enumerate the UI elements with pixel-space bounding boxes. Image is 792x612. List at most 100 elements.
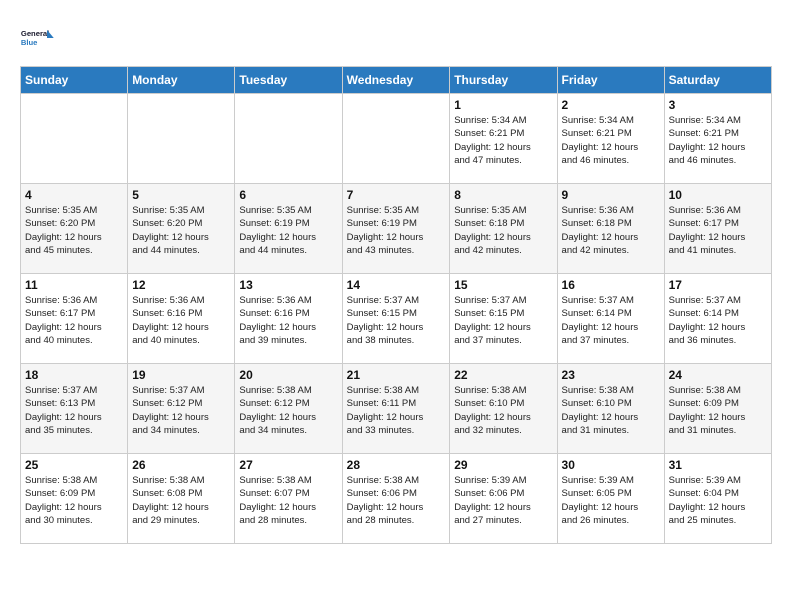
day-number: 29 xyxy=(454,458,552,472)
day-info: Sunrise: 5:36 AM Sunset: 6:16 PM Dayligh… xyxy=(132,294,230,347)
col-header-friday: Friday xyxy=(557,67,664,94)
day-info: Sunrise: 5:38 AM Sunset: 6:10 PM Dayligh… xyxy=(562,384,660,437)
day-number: 16 xyxy=(562,278,660,292)
day-info: Sunrise: 5:38 AM Sunset: 6:11 PM Dayligh… xyxy=(347,384,446,437)
day-info: Sunrise: 5:36 AM Sunset: 6:17 PM Dayligh… xyxy=(669,204,767,257)
calendar-week-row: 1 Sunrise: 5:34 AM Sunset: 6:21 PM Daylig… xyxy=(21,94,772,184)
day-info: Sunrise: 5:36 AM Sunset: 6:18 PM Dayligh… xyxy=(562,204,660,257)
col-header-saturday: Saturday xyxy=(664,67,771,94)
day-number: 12 xyxy=(132,278,230,292)
day-info: Sunrise: 5:36 AM Sunset: 6:16 PM Dayligh… xyxy=(239,294,337,347)
day-number: 4 xyxy=(25,188,123,202)
calendar-week-row: 18 Sunrise: 5:37 AM Sunset: 6:13 PM Dayli… xyxy=(21,364,772,454)
day-number: 20 xyxy=(239,368,337,382)
calendar-cell: 4 Sunrise: 5:35 AM Sunset: 6:20 PM Daylig… xyxy=(21,184,128,274)
calendar-cell: 23 Sunrise: 5:38 AM Sunset: 6:10 PM Dayli… xyxy=(557,364,664,454)
calendar-table: SundayMondayTuesdayWednesdayThursdayFrid… xyxy=(20,66,772,544)
calendar-cell: 10 Sunrise: 5:36 AM Sunset: 6:17 PM Dayli… xyxy=(664,184,771,274)
col-header-thursday: Thursday xyxy=(450,67,557,94)
calendar-cell: 28Sunrise: 5:38 AM Sunset: 6:06 PM Dayli… xyxy=(342,454,450,544)
day-number: 17 xyxy=(669,278,767,292)
calendar-cell: 24 Sunrise: 5:38 AM Sunset: 6:09 PM Dayli… xyxy=(664,364,771,454)
day-info: Sunrise: 5:34 AM Sunset: 6:21 PM Dayligh… xyxy=(562,114,660,167)
day-number: 8 xyxy=(454,188,552,202)
day-number: 31 xyxy=(669,458,767,472)
day-number: 26 xyxy=(132,458,230,472)
day-number: 11 xyxy=(25,278,123,292)
calendar-cell: 1 Sunrise: 5:34 AM Sunset: 6:21 PM Daylig… xyxy=(450,94,557,184)
day-number: 23 xyxy=(562,368,660,382)
day-info: Sunrise: 5:35 AM Sunset: 6:19 PM Dayligh… xyxy=(347,204,446,257)
day-info: Sunrise: 5:37 AM Sunset: 6:15 PM Dayligh… xyxy=(347,294,446,347)
day-info: Sunrise: 5:35 AM Sunset: 6:19 PM Dayligh… xyxy=(239,204,337,257)
col-header-wednesday: Wednesday xyxy=(342,67,450,94)
day-number: 10 xyxy=(669,188,767,202)
calendar-week-row: 4 Sunrise: 5:35 AM Sunset: 6:20 PM Daylig… xyxy=(21,184,772,274)
calendar-cell: 18 Sunrise: 5:37 AM Sunset: 6:13 PM Dayli… xyxy=(21,364,128,454)
day-info: Sunrise: 5:38 AM Sunset: 6:09 PM Dayligh… xyxy=(25,474,123,527)
day-info: Sunrise: 5:38 AM Sunset: 6:10 PM Dayligh… xyxy=(454,384,552,437)
day-number: 13 xyxy=(239,278,337,292)
svg-text:General: General xyxy=(21,29,49,38)
calendar-cell: 21Sunrise: 5:38 AM Sunset: 6:11 PM Dayli… xyxy=(342,364,450,454)
day-number: 27 xyxy=(239,458,337,472)
day-number: 25 xyxy=(25,458,123,472)
calendar-cell: 3Sunrise: 5:34 AM Sunset: 6:21 PM Daylig… xyxy=(664,94,771,184)
calendar-cell xyxy=(235,94,342,184)
day-number: 28 xyxy=(347,458,446,472)
calendar-cell: 14 Sunrise: 5:37 AM Sunset: 6:15 PM Dayli… xyxy=(342,274,450,364)
day-info: Sunrise: 5:37 AM Sunset: 6:13 PM Dayligh… xyxy=(25,384,123,437)
day-info: Sunrise: 5:37 AM Sunset: 6:14 PM Dayligh… xyxy=(669,294,767,347)
day-number: 19 xyxy=(132,368,230,382)
calendar-cell: 30Sunrise: 5:39 AM Sunset: 6:05 PM Dayli… xyxy=(557,454,664,544)
day-number: 24 xyxy=(669,368,767,382)
calendar-cell: 17 Sunrise: 5:37 AM Sunset: 6:14 PM Dayli… xyxy=(664,274,771,364)
logo-icon: GeneralBlue xyxy=(20,20,56,56)
calendar-header-row: SundayMondayTuesdayWednesdayThursdayFrid… xyxy=(21,67,772,94)
day-info: Sunrise: 5:37 AM Sunset: 6:15 PM Dayligh… xyxy=(454,294,552,347)
calendar-week-row: 11 Sunrise: 5:36 AM Sunset: 6:17 PM Dayli… xyxy=(21,274,772,364)
day-number: 2 xyxy=(562,98,660,112)
calendar-cell: 20Sunrise: 5:38 AM Sunset: 6:12 PM Dayli… xyxy=(235,364,342,454)
page-header: GeneralBlue xyxy=(20,20,772,56)
col-header-sunday: Sunday xyxy=(21,67,128,94)
calendar-cell: 19Sunrise: 5:37 AM Sunset: 6:12 PM Dayli… xyxy=(128,364,235,454)
calendar-cell xyxy=(128,94,235,184)
day-info: Sunrise: 5:37 AM Sunset: 6:14 PM Dayligh… xyxy=(562,294,660,347)
day-info: Sunrise: 5:38 AM Sunset: 6:08 PM Dayligh… xyxy=(132,474,230,527)
svg-text:Blue: Blue xyxy=(21,38,38,47)
day-number: 3 xyxy=(669,98,767,112)
day-info: Sunrise: 5:35 AM Sunset: 6:20 PM Dayligh… xyxy=(132,204,230,257)
day-info: Sunrise: 5:35 AM Sunset: 6:18 PM Dayligh… xyxy=(454,204,552,257)
day-number: 7 xyxy=(347,188,446,202)
calendar-cell: 25 Sunrise: 5:38 AM Sunset: 6:09 PM Dayli… xyxy=(21,454,128,544)
calendar-cell: 15 Sunrise: 5:37 AM Sunset: 6:15 PM Dayli… xyxy=(450,274,557,364)
day-info: Sunrise: 5:34 AM Sunset: 6:21 PM Dayligh… xyxy=(454,114,552,167)
calendar-cell xyxy=(21,94,128,184)
day-info: Sunrise: 5:35 AM Sunset: 6:20 PM Dayligh… xyxy=(25,204,123,257)
calendar-cell: 6Sunrise: 5:35 AM Sunset: 6:19 PM Daylig… xyxy=(235,184,342,274)
day-number: 1 xyxy=(454,98,552,112)
day-info: Sunrise: 5:39 AM Sunset: 6:05 PM Dayligh… xyxy=(562,474,660,527)
calendar-cell: 7 Sunrise: 5:35 AM Sunset: 6:19 PM Daylig… xyxy=(342,184,450,274)
calendar-cell xyxy=(342,94,450,184)
day-info: Sunrise: 5:39 AM Sunset: 6:06 PM Dayligh… xyxy=(454,474,552,527)
calendar-cell: 8 Sunrise: 5:35 AM Sunset: 6:18 PM Daylig… xyxy=(450,184,557,274)
calendar-cell: 26 Sunrise: 5:38 AM Sunset: 6:08 PM Dayli… xyxy=(128,454,235,544)
calendar-cell: 22 Sunrise: 5:38 AM Sunset: 6:10 PM Dayli… xyxy=(450,364,557,454)
day-number: 18 xyxy=(25,368,123,382)
day-info: Sunrise: 5:38 AM Sunset: 6:09 PM Dayligh… xyxy=(669,384,767,437)
day-info: Sunrise: 5:38 AM Sunset: 6:07 PM Dayligh… xyxy=(239,474,337,527)
calendar-cell: 31 Sunrise: 5:39 AM Sunset: 6:04 PM Dayli… xyxy=(664,454,771,544)
day-number: 9 xyxy=(562,188,660,202)
calendar-cell: 11 Sunrise: 5:36 AM Sunset: 6:17 PM Dayli… xyxy=(21,274,128,364)
day-number: 15 xyxy=(454,278,552,292)
day-number: 14 xyxy=(347,278,446,292)
day-number: 22 xyxy=(454,368,552,382)
calendar-cell: 27 Sunrise: 5:38 AM Sunset: 6:07 PM Dayli… xyxy=(235,454,342,544)
calendar-cell: 9 Sunrise: 5:36 AM Sunset: 6:18 PM Daylig… xyxy=(557,184,664,274)
calendar-cell: 29 Sunrise: 5:39 AM Sunset: 6:06 PM Dayli… xyxy=(450,454,557,544)
day-info: Sunrise: 5:39 AM Sunset: 6:04 PM Dayligh… xyxy=(669,474,767,527)
day-info: Sunrise: 5:36 AM Sunset: 6:17 PM Dayligh… xyxy=(25,294,123,347)
calendar-cell: 5Sunrise: 5:35 AM Sunset: 6:20 PM Daylig… xyxy=(128,184,235,274)
